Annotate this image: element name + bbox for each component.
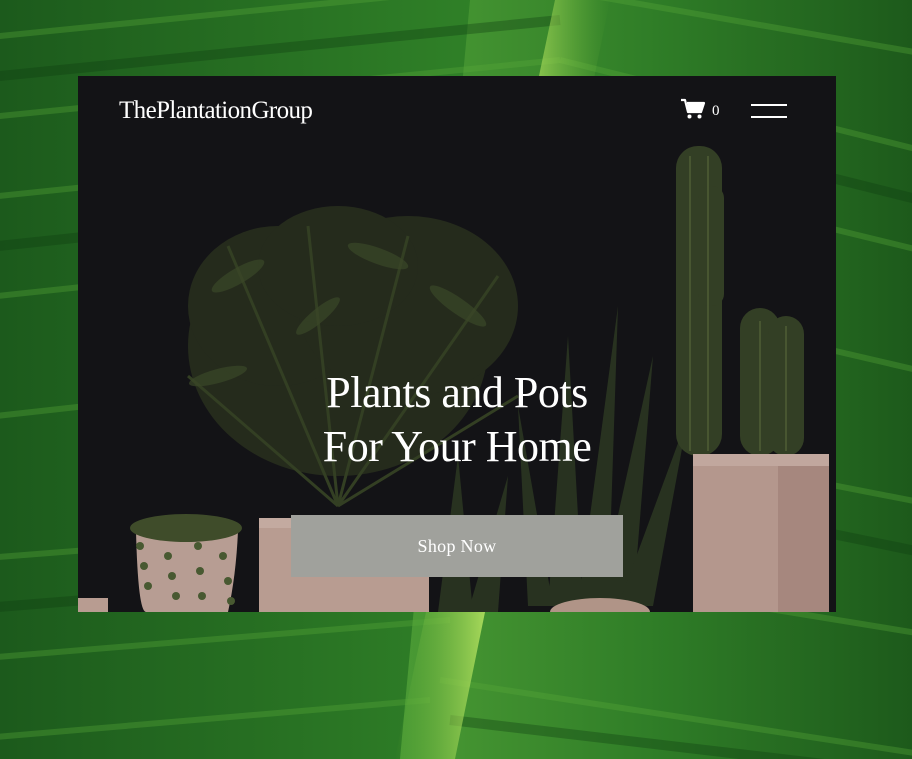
cart-count: 0 xyxy=(712,103,720,119)
website-preview: ThePlantationGroup 0 Plants and Pots For… xyxy=(78,76,836,612)
hero-heading-line-2: For Your Home xyxy=(322,422,592,471)
hero-heading-line-1: Plants and Pots xyxy=(326,368,588,417)
cart-button[interactable]: 0 xyxy=(680,98,720,124)
site-logo[interactable]: ThePlantationGroup xyxy=(119,96,313,126)
shop-now-button[interactable]: Shop Now xyxy=(291,515,623,577)
shopping-cart-icon xyxy=(680,98,706,124)
hamburger-menu-icon[interactable] xyxy=(747,101,787,121)
hero-heading: Plants and Pots For Your Home xyxy=(78,366,836,474)
